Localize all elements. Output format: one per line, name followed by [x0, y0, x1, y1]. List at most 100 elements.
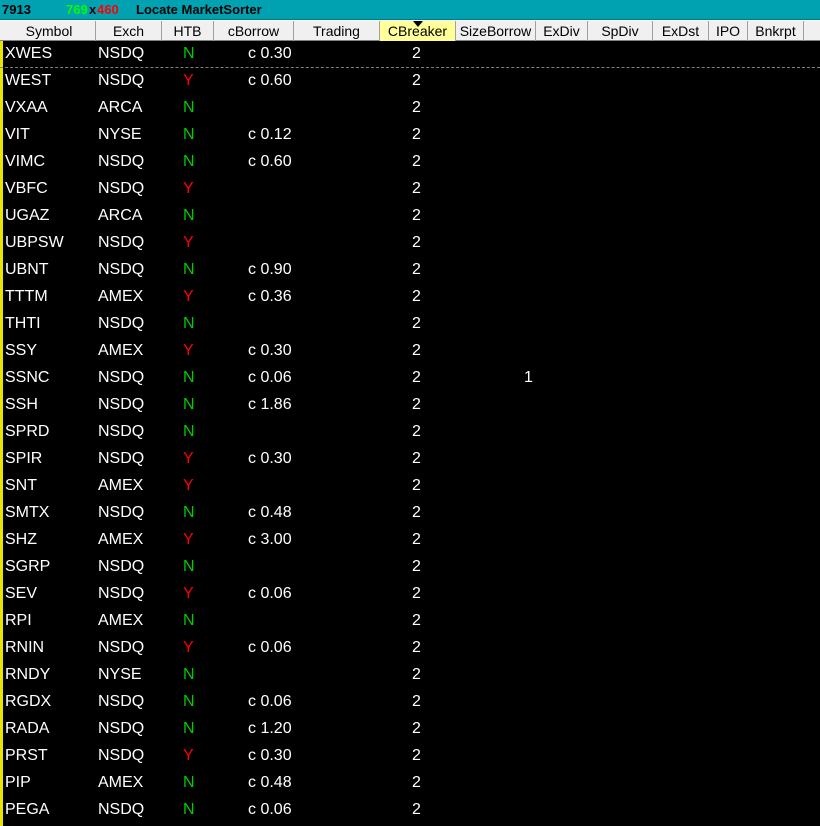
column-header-sizeborrow[interactable]: SizeBorrow: [456, 21, 536, 41]
table-row[interactable]: RNDY NYSE N 2: [0, 662, 820, 689]
htb-cell: Y: [183, 477, 194, 494]
htb-cell: N: [183, 774, 195, 791]
exchange-cell: ARCA: [98, 207, 143, 224]
cbreaker-cell: 2: [412, 153, 421, 170]
htb-cell: N: [183, 396, 195, 413]
symbol-cell: SSH: [5, 396, 38, 413]
table-row[interactable]: WEST NSDQ Yc 0.60 2: [0, 68, 820, 95]
exchange-cell: AMEX: [98, 288, 144, 305]
column-header-exdiv[interactable]: ExDiv: [536, 21, 588, 41]
htb-cell: Y: [183, 288, 194, 305]
symbol-cell: SMTX: [5, 504, 50, 521]
table-row[interactable]: VIMC NSDQ Nc 0.60 2: [0, 149, 820, 176]
symbol-cell: SPIR: [5, 450, 43, 467]
table-row[interactable]: XWES NSDQ Nc 0.30 2: [0, 41, 820, 68]
table-row[interactable]: VBFC NSDQ Y 2: [0, 176, 820, 203]
cbreaker-cell: 2: [412, 423, 421, 440]
column-header-htb[interactable]: HTB: [162, 21, 214, 41]
htb-cell: Y: [183, 639, 194, 656]
table-row[interactable]: THTI NSDQ N 2: [0, 311, 820, 338]
window-height-label: 460: [97, 2, 119, 17]
table-row[interactable]: PEGA NSDQ Nc 0.06 2: [0, 797, 820, 824]
table-row[interactable]: TTTM AMEX Yc 0.36 2: [0, 284, 820, 311]
exchange-cell: NSDQ: [98, 639, 145, 656]
table-row[interactable]: RNIN NSDQ Yc 0.06 2: [0, 635, 820, 662]
cborrow-cell: c 0.12: [248, 126, 292, 143]
column-header-bnkrpt[interactable]: Bnkrpt: [748, 21, 804, 41]
htb-cell: N: [183, 423, 195, 440]
htb-cell: Y: [183, 747, 194, 764]
table-row[interactable]: RGDX NSDQ Nc 0.06 2: [0, 689, 820, 716]
table-row[interactable]: PRST NSDQ Yc 0.30 2: [0, 743, 820, 770]
column-header-symbol[interactable]: Symbol: [3, 21, 96, 41]
symbol-cell: UBPSW: [5, 234, 64, 251]
htb-cell: N: [183, 612, 195, 629]
exchange-cell: AMEX: [98, 612, 144, 629]
table-row[interactable]: SNT AMEX Y 2: [0, 473, 820, 500]
table-row[interactable]: VXAA ARCA N 2: [0, 95, 820, 122]
table-row[interactable]: PIP AMEX Nc 0.48 2: [0, 770, 820, 797]
table-row[interactable]: RPI AMEX N 2: [0, 608, 820, 635]
column-header-spdiv[interactable]: SpDiv: [588, 21, 653, 41]
htb-cell: N: [183, 261, 195, 278]
column-header-exch[interactable]: Exch: [96, 21, 162, 41]
cborrow-cell: c 0.30: [248, 747, 292, 764]
table-row[interactable]: SGRP NSDQ N 2: [0, 554, 820, 581]
table-row[interactable]: VIT NYSE Nc 0.12 2: [0, 122, 820, 149]
cbreaker-cell: 2: [412, 801, 421, 818]
cbreaker-cell: 2: [412, 477, 421, 494]
table-row[interactable]: SPRD NSDQ N 2: [0, 419, 820, 446]
symbol-cell: RGDX: [5, 693, 52, 710]
window-width-label: 769: [66, 2, 88, 17]
table-row[interactable]: RADA NSDQ Nc 1.20 2: [0, 716, 820, 743]
symbol-cell: SHZ: [5, 531, 37, 548]
exchange-cell: AMEX: [98, 477, 144, 494]
table-row[interactable]: SHZ AMEX Yc 3.00 2: [0, 527, 820, 554]
exchange-cell: NSDQ: [98, 153, 145, 170]
exchange-cell: NSDQ: [98, 369, 145, 386]
window-id: 7913: [2, 2, 31, 17]
htb-cell: N: [183, 99, 195, 116]
column-header-cborrow[interactable]: cBorrow: [214, 21, 294, 41]
table-row[interactable]: SSNC NSDQ Nc 0.06 2 1: [0, 365, 820, 392]
cbreaker-cell: 2: [412, 504, 421, 521]
exchange-cell: NSDQ: [98, 504, 145, 521]
cborrow-cell: c 0.60: [248, 72, 292, 89]
exchange-cell: AMEX: [98, 774, 144, 791]
symbol-cell: VXAA: [5, 99, 48, 116]
column-header-exdst[interactable]: ExDst: [653, 21, 709, 41]
cborrow-cell: c 0.06: [248, 585, 292, 602]
table-row[interactable]: SMTX NSDQ Nc 0.48 2: [0, 500, 820, 527]
exchange-cell: NSDQ: [98, 747, 145, 764]
window-titlebar[interactable]: 7913 769 x 460 Locate MarketSorter: [0, 0, 820, 20]
cbreaker-cell: 2: [412, 261, 421, 278]
table-row[interactable]: UBPSW NSDQ Y 2: [0, 230, 820, 257]
exchange-cell: NYSE: [98, 666, 142, 683]
htb-cell: Y: [183, 531, 194, 548]
table-row[interactable]: SSY AMEX Yc 0.30 2: [0, 338, 820, 365]
symbol-cell: VIMC: [5, 153, 45, 170]
symbol-cell: RADA: [5, 720, 50, 737]
exchange-cell: NSDQ: [98, 693, 145, 710]
htb-cell: N: [183, 504, 195, 521]
exchange-cell: AMEX: [98, 342, 144, 359]
table-row[interactable]: SEV NSDQ Yc 0.06 2: [0, 581, 820, 608]
exchange-cell: NSDQ: [98, 423, 145, 440]
table-row[interactable]: UBNT NSDQ Nc 0.90 2: [0, 257, 820, 284]
column-header-ipo[interactable]: IPO: [709, 21, 748, 41]
htb-cell: N: [183, 801, 195, 818]
cbreaker-cell: 2: [412, 369, 421, 386]
exchange-cell: NSDQ: [98, 45, 145, 62]
htb-cell: Y: [183, 72, 194, 89]
table-row[interactable]: SPIR NSDQ Yc 0.30 2: [0, 446, 820, 473]
cbreaker-cell: 2: [412, 666, 421, 683]
cborrow-cell: c 0.90: [248, 261, 292, 278]
cbreaker-cell: 2: [412, 396, 421, 413]
cbreaker-cell: 2: [412, 720, 421, 737]
column-header-cbreaker[interactable]: CBreaker: [380, 21, 456, 41]
column-header-trading[interactable]: Trading: [294, 21, 380, 41]
cborrow-cell: c 0.30: [248, 342, 292, 359]
table-row[interactable]: UGAZ ARCA N 2: [0, 203, 820, 230]
cbreaker-cell: 2: [412, 180, 421, 197]
table-row[interactable]: SSH NSDQ Nc 1.86 2: [0, 392, 820, 419]
